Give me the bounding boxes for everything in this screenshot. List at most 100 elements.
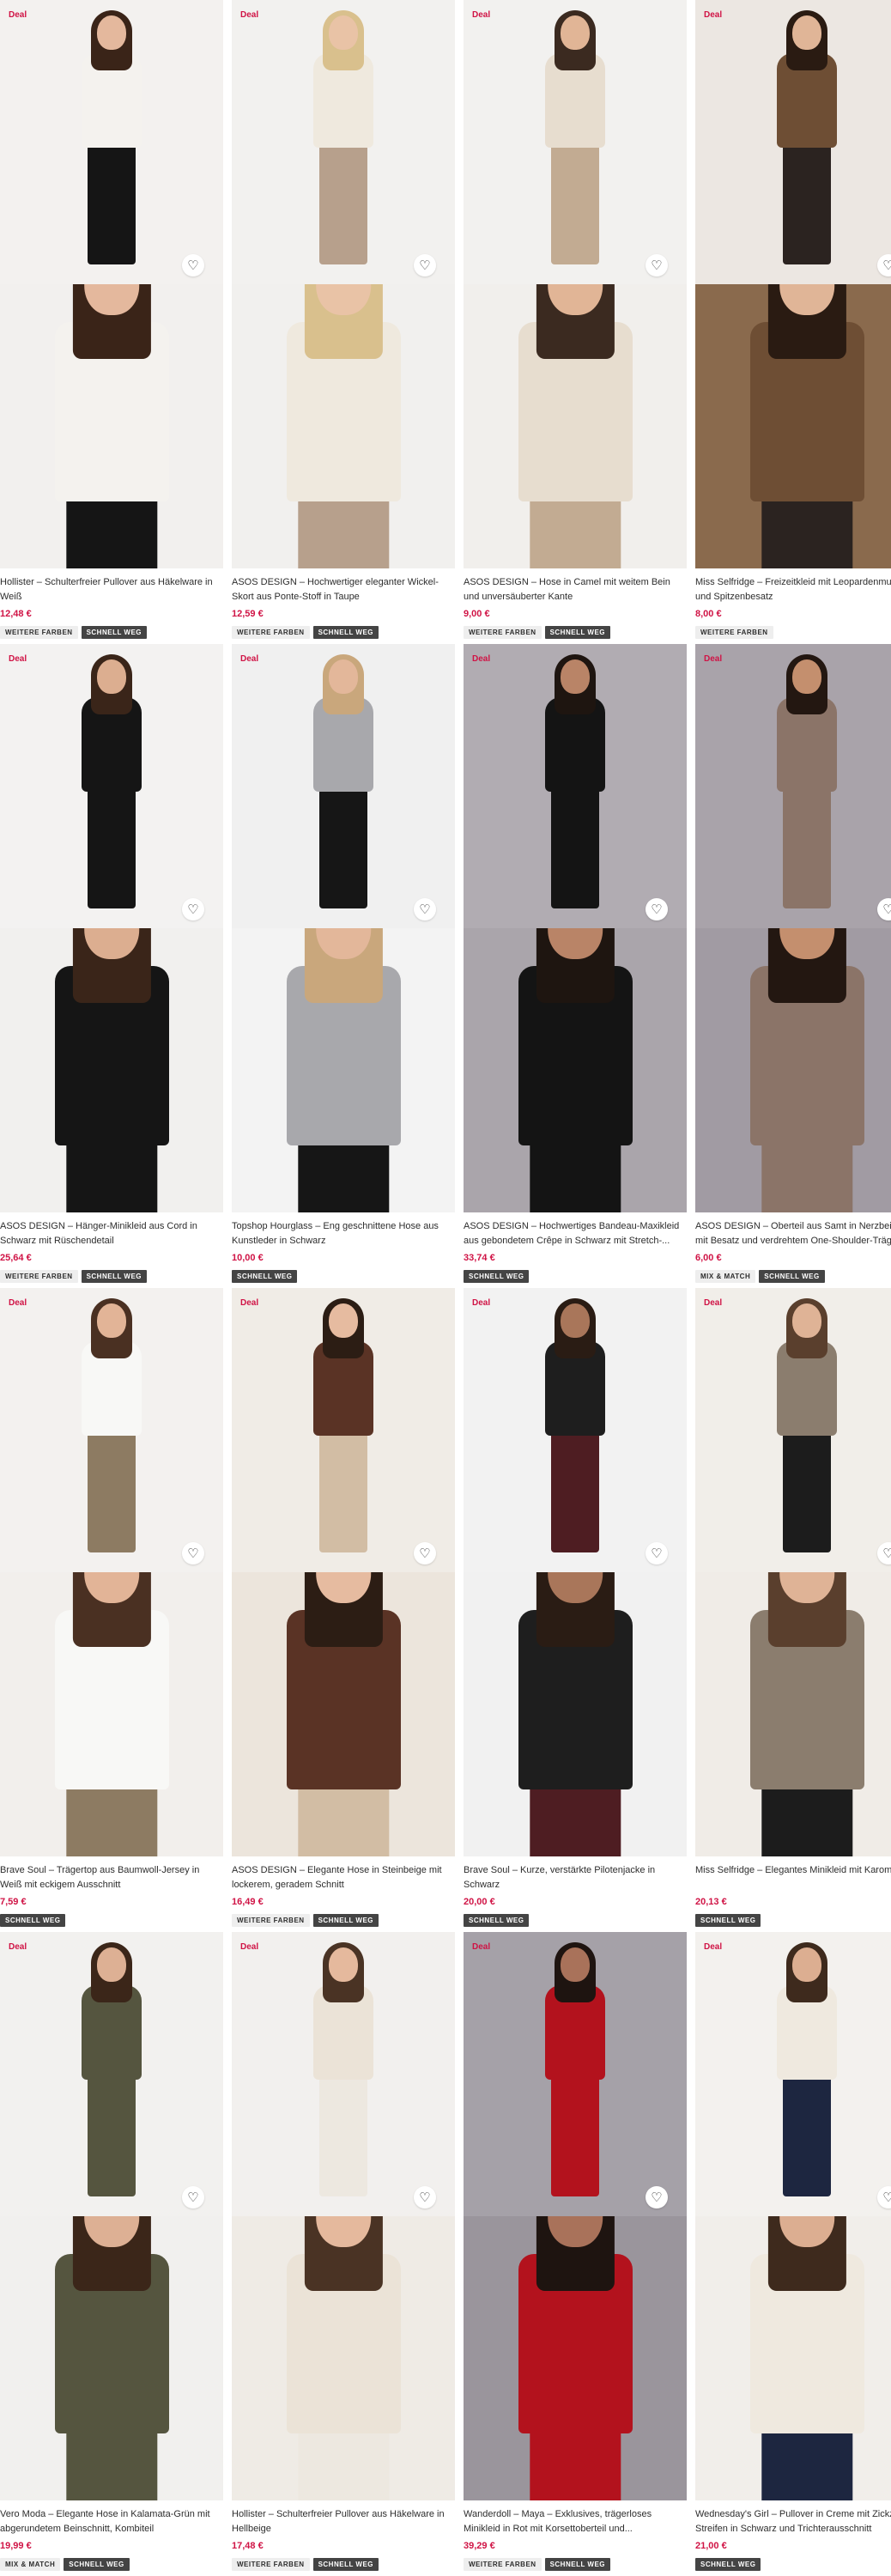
more-colours-badge[interactable]: WEITERE FARBEN: [0, 1270, 78, 1283]
more-colours-badge[interactable]: WEITERE FARBEN: [232, 1914, 310, 1927]
product-title-link[interactable]: Hollister – Schulterfreier Pullover aus …: [0, 575, 221, 605]
product-image[interactable]: Deal ♡: [695, 1932, 891, 2500]
more-colours-badge[interactable]: WEITERE FARBEN: [232, 2558, 310, 2571]
product-card[interactable]: Deal ♡ ASOS DESIGN – Hose in Camel mit wei…: [464, 0, 687, 644]
product-photo-main[interactable]: [232, 1932, 455, 2216]
product-image[interactable]: Deal ♡: [464, 1288, 687, 1856]
product-title-link[interactable]: Wanderdoll – Maya – Exklusives, trägerlo…: [464, 2507, 685, 2537]
product-title-link[interactable]: Brave Soul – Kurze, verstärkte Pilotenja…: [464, 1863, 685, 1893]
product-photo-detail[interactable]: [0, 928, 223, 1212]
save-for-later-heart-icon[interactable]: ♡: [646, 898, 668, 920]
product-card[interactable]: Deal ♡ Miss Selfridge – Freizeitkleid mit …: [695, 0, 891, 644]
product-title-link[interactable]: Topshop Hourglass – Eng geschnittene Hos…: [232, 1219, 453, 1249]
product-card[interactable]: Deal ♡ Hollister – Schulterfreier Pullover…: [232, 1932, 455, 2576]
product-card[interactable]: Deal ♡ Vero Moda – Elegante Hose in Kalama…: [0, 1932, 223, 2576]
product-card[interactable]: Deal ♡ Miss Selfridge – Elegantes Miniklei…: [695, 1288, 891, 1932]
save-for-later-heart-icon[interactable]: ♡: [646, 1542, 668, 1564]
product-photo-main[interactable]: [232, 1288, 455, 1572]
product-photo-detail[interactable]: [0, 284, 223, 568]
more-colours-badge[interactable]: WEITERE FARBEN: [0, 626, 78, 639]
product-card[interactable]: Deal ♡ Topshop Hourglass – Eng geschnitten…: [232, 644, 455, 1288]
product-image[interactable]: Deal ♡: [232, 0, 455, 568]
save-for-later-heart-icon[interactable]: ♡: [414, 898, 436, 920]
product-card[interactable]: Deal ♡ Wanderdoll – Maya – Exklusives, trä…: [464, 1932, 687, 2576]
product-photo-detail[interactable]: [464, 2216, 687, 2500]
product-photo-detail[interactable]: [695, 928, 891, 1212]
product-photo-main[interactable]: [464, 1932, 687, 2216]
product-photo-main[interactable]: [464, 0, 687, 284]
product-photo-main[interactable]: [0, 1288, 223, 1572]
product-title-link[interactable]: ASOS DESIGN – Oberteil aus Samt in Nerzb…: [695, 1219, 891, 1249]
product-photo-detail[interactable]: [0, 2216, 223, 2500]
product-photo-detail[interactable]: [695, 284, 891, 568]
product-card[interactable]: Deal ♡ ASOS DESIGN – Hochwertiges Bandeau-…: [464, 644, 687, 1288]
product-photo-main[interactable]: [464, 644, 687, 928]
product-photo-main[interactable]: [232, 644, 455, 928]
product-image[interactable]: Deal ♡: [695, 1288, 891, 1856]
product-photo-main[interactable]: [232, 0, 455, 284]
product-title-link[interactable]: ASOS DESIGN – Hose in Camel mit weitem B…: [464, 575, 685, 605]
save-for-later-heart-icon[interactable]: ♡: [182, 1542, 204, 1564]
product-photo-main[interactable]: [0, 1932, 223, 2216]
product-photo-main[interactable]: [464, 1288, 687, 1572]
product-card[interactable]: Deal ♡ Brave Soul – Trägertop aus Baumwoll…: [0, 1288, 223, 1932]
product-photo-detail[interactable]: [232, 284, 455, 568]
product-card[interactable]: Deal ♡ ASOS DESIGN – Oberteil aus Samt in …: [695, 644, 891, 1288]
product-photo-detail[interactable]: [464, 284, 687, 568]
save-for-later-heart-icon[interactable]: ♡: [182, 898, 204, 920]
product-photo-main[interactable]: [695, 0, 891, 284]
save-for-later-heart-icon[interactable]: ♡: [182, 2186, 204, 2208]
product-photo-detail[interactable]: [695, 1572, 891, 1856]
save-for-later-heart-icon[interactable]: ♡: [414, 1542, 436, 1564]
save-for-later-heart-icon[interactable]: ♡: [646, 254, 668, 276]
product-image[interactable]: Deal ♡: [695, 644, 891, 1212]
product-image[interactable]: Deal ♡: [232, 1288, 455, 1856]
product-title-link[interactable]: Brave Soul – Trägertop aus Baumwoll-Jers…: [0, 1863, 221, 1893]
product-photo-detail[interactable]: [232, 2216, 455, 2500]
mix-match-badge[interactable]: MIX & MATCH: [0, 2558, 61, 2571]
product-photo-detail[interactable]: [232, 928, 455, 1212]
product-photo-detail[interactable]: [464, 928, 687, 1212]
product-photo-main[interactable]: [695, 1288, 891, 1572]
product-photo-main[interactable]: [695, 1932, 891, 2216]
product-image[interactable]: Deal ♡: [464, 1932, 687, 2500]
product-photo-detail[interactable]: [0, 1572, 223, 1856]
product-photo-detail[interactable]: [232, 1572, 455, 1856]
product-card[interactable]: Deal ♡ ASOS DESIGN – Elegante Hose in Stei…: [232, 1288, 455, 1932]
product-photo-detail[interactable]: [464, 1572, 687, 1856]
product-title-link[interactable]: ASOS DESIGN – Hochwertiges Bandeau-Maxik…: [464, 1219, 685, 1249]
product-title-link[interactable]: ASOS DESIGN – Hochwertiger eleganter Wic…: [232, 575, 453, 605]
product-image[interactable]: Deal ♡: [232, 644, 455, 1212]
product-image[interactable]: Deal ♡: [464, 0, 687, 568]
mix-match-badge[interactable]: MIX & MATCH: [695, 1270, 756, 1283]
product-image[interactable]: Deal ♡: [695, 0, 891, 568]
save-for-later-heart-icon[interactable]: ♡: [414, 2186, 436, 2208]
product-photo-main[interactable]: [0, 0, 223, 284]
product-card[interactable]: Deal ♡ ASOS DESIGN – Hochwertiger elegante…: [232, 0, 455, 644]
product-image[interactable]: Deal ♡: [0, 1288, 223, 1856]
more-colours-badge[interactable]: WEITERE FARBEN: [695, 626, 773, 639]
product-card[interactable]: Deal ♡ Hollister – Schulterfreier Pullover…: [0, 0, 223, 644]
product-title-link[interactable]: Wednesday's Girl – Pullover in Creme mit…: [695, 2507, 891, 2537]
product-card[interactable]: Deal ♡ ASOS DESIGN – Hänger-Minikleid aus …: [0, 644, 223, 1288]
product-photo-detail[interactable]: [695, 2216, 891, 2500]
product-image[interactable]: Deal ♡: [0, 644, 223, 1212]
product-title-link[interactable]: ASOS DESIGN – Hänger-Minikleid aus Cord …: [0, 1219, 221, 1249]
more-colours-badge[interactable]: WEITERE FARBEN: [232, 626, 310, 639]
product-image[interactable]: Deal ♡: [0, 0, 223, 568]
product-title-link[interactable]: Hollister – Schulterfreier Pullover aus …: [232, 2507, 453, 2537]
product-photo-main[interactable]: [695, 644, 891, 928]
save-for-later-heart-icon[interactable]: ♡: [646, 2186, 668, 2208]
save-for-later-heart-icon[interactable]: ♡: [182, 254, 204, 276]
product-image[interactable]: Deal ♡: [464, 644, 687, 1212]
product-image[interactable]: Deal ♡: [232, 1932, 455, 2500]
save-for-later-heart-icon[interactable]: ♡: [414, 254, 436, 276]
product-photo-main[interactable]: [0, 644, 223, 928]
product-image[interactable]: Deal ♡: [0, 1932, 223, 2500]
more-colours-badge[interactable]: WEITERE FARBEN: [464, 626, 542, 639]
product-card[interactable]: Deal ♡ Brave Soul – Kurze, verstärkte Pilo…: [464, 1288, 687, 1932]
product-card[interactable]: Deal ♡ Wednesday's Girl – Pullover in Crem…: [695, 1932, 891, 2576]
product-title-link[interactable]: Miss Selfridge – Elegantes Minikleid mit…: [695, 1863, 891, 1893]
product-title-link[interactable]: Vero Moda – Elegante Hose in Kalamata-Gr…: [0, 2507, 221, 2537]
more-colours-badge[interactable]: WEITERE FARBEN: [464, 2558, 542, 2571]
